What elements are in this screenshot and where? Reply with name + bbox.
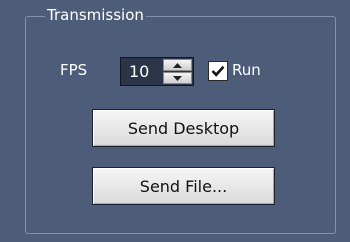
send-file-button[interactable]: Send File... bbox=[92, 167, 275, 205]
run-checkbox[interactable] bbox=[208, 61, 228, 81]
spin-buttons bbox=[163, 59, 192, 84]
run-label[interactable]: Run bbox=[232, 60, 261, 80]
chevron-down-icon bbox=[173, 75, 182, 81]
groupbox-title: Transmission bbox=[45, 5, 146, 25]
fps-spinbox[interactable]: 10 bbox=[120, 57, 194, 86]
spin-down-button[interactable] bbox=[163, 72, 192, 84]
send-file-label: Send File... bbox=[139, 176, 228, 196]
fps-label: FPS bbox=[60, 61, 88, 79]
send-desktop-label: Send Desktop bbox=[127, 118, 240, 138]
send-desktop-button[interactable]: Send Desktop bbox=[92, 109, 275, 147]
spin-up-button[interactable] bbox=[163, 59, 192, 71]
checkmark-icon bbox=[211, 65, 225, 77]
chevron-up-icon bbox=[173, 62, 182, 68]
fps-value[interactable]: 10 bbox=[129, 61, 149, 83]
